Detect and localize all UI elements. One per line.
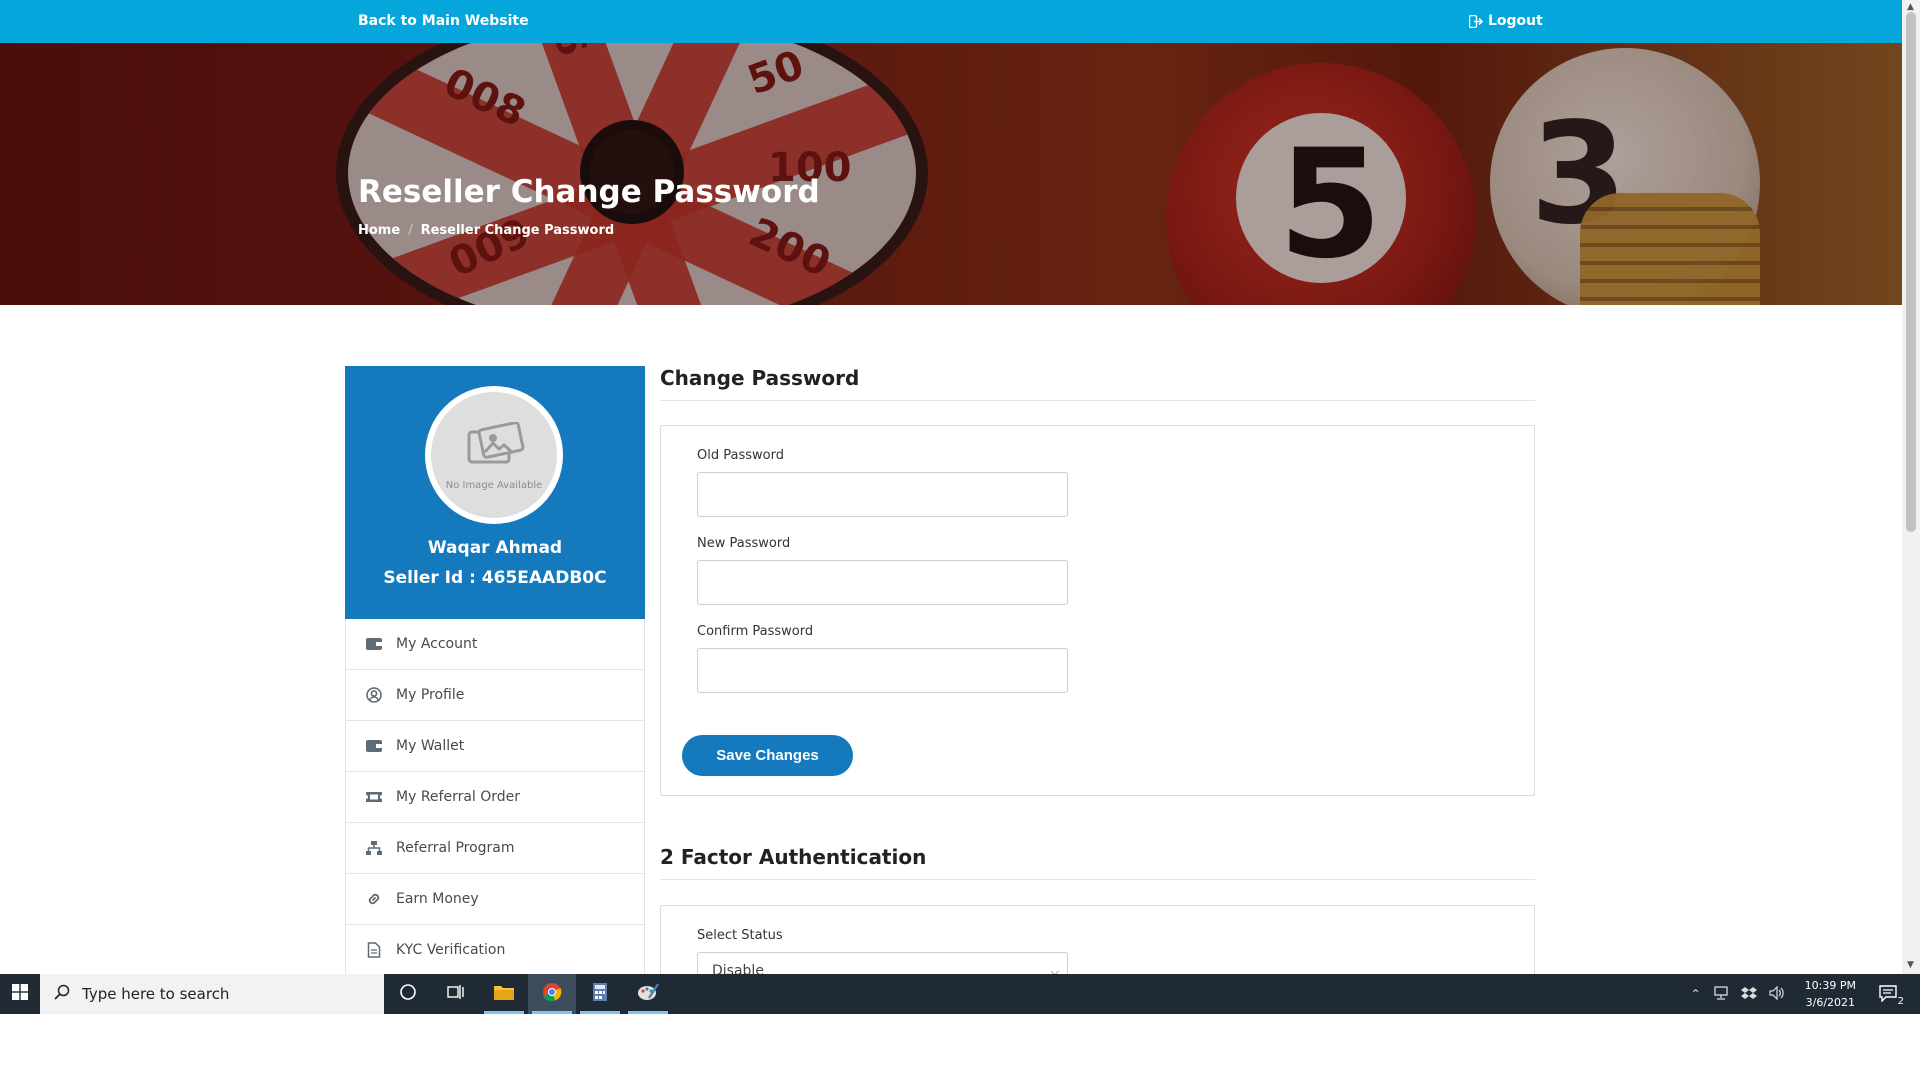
breadcrumb-home-link[interactable]: Home [358,223,400,238]
task-view-button[interactable] [432,974,480,1014]
save-changes-button[interactable]: Save Changes [682,735,853,776]
sidebar-item-label: KYC Verification [396,942,506,958]
notification-center-icon[interactable]: 2 [1878,984,1904,1007]
new-password-label: New Password [697,536,791,551]
sidebar-item-earn-money[interactable]: Earn Money [345,874,645,925]
notification-count: 2 [1897,995,1904,1007]
sidebar-item-label: My Wallet [396,738,465,754]
system-tray: ⌃ 10:39 PM 3/6/2021 2 [1685,974,1920,1014]
old-password-label: Old Password [697,448,784,463]
user-circle-icon [364,687,384,703]
breadcrumb: Home / Reseller Change Password [358,223,614,238]
scroll-up-arrow-icon[interactable]: ▲ [1907,2,1914,12]
windows-logo-icon [12,984,28,1004]
logout-button[interactable]: Logout [1468,13,1543,29]
network-icon[interactable] [1713,985,1729,1003]
seller-id: Seller Id : 465EAADB0C [383,568,607,588]
search-placeholder: Type here to search [82,985,230,1003]
wallet-icon [364,738,384,754]
divider [660,400,1535,401]
document-icon [364,942,384,958]
sidebar-menu: My Account My Profile My Wallet My Refer… [345,619,645,976]
breadcrumb-separator: / [408,223,413,238]
task-view-icon [447,984,465,1004]
no-image-text: No Image Available [445,480,543,491]
taskbar-clock[interactable]: 10:39 PM 3/6/2021 [1805,977,1856,1011]
sidebar-item-my-profile[interactable]: My Profile [345,670,645,721]
logout-label: Logout [1488,13,1543,29]
clock-time: 10:39 PM [1804,979,1856,992]
sidebar-item-label: Referral Program [396,840,515,856]
ticket-icon [364,789,384,805]
profile-name: Waqar Ahmad [427,538,563,558]
sign-out-icon [1468,14,1484,28]
scrollbar-thumb[interactable] [1906,12,1916,532]
confirm-password-input[interactable] [697,648,1068,693]
taskbar-paint[interactable] [624,974,672,1014]
search-icon [54,984,70,1004]
change-password-heading: Change Password [660,366,860,390]
link-icon [364,891,384,907]
paint-icon [637,982,659,1006]
taskbar-chrome[interactable] [528,974,576,1014]
sidebar-item-my-account[interactable]: My Account [345,619,645,670]
sidebar-item-kyc-verification[interactable]: KYC Verification [345,925,645,976]
confirm-password-label: Confirm Password [697,624,814,639]
hero-banner: 008 50 100 200 009 06 5 3 Reseller Chang… [0,43,1902,305]
new-password-input[interactable] [697,560,1068,605]
select-status-label: Select Status [697,928,783,943]
image-placeholder-icon [467,421,527,466]
sidebar-item-referral-program[interactable]: Referral Program [345,823,645,874]
clock-date: 3/6/2021 [1805,996,1856,1009]
sidebar-item-label: My Account [396,636,478,652]
cortana-circle-icon [399,983,417,1005]
two-factor-heading: 2 Factor Authentication [660,845,927,869]
start-button[interactable] [0,974,40,1014]
chrome-icon [542,982,562,1006]
page: Back to Main Website Logout 008 50 100 2… [0,0,1920,1080]
page-scrollbar[interactable]: ▲ ▼ [1902,0,1920,974]
sidebar-item-label: My Profile [396,687,465,703]
dropbox-icon[interactable] [1740,986,1757,1003]
chevron-up-icon[interactable]: ⌃ [1691,987,1701,1001]
cortana-button[interactable] [384,974,432,1014]
calculator-icon [592,982,608,1006]
profile-card: No Image Available Waqar Ahmad Seller Id… [345,366,645,619]
folder-icon [493,983,515,1005]
old-password-input[interactable] [697,472,1068,517]
taskbar-file-explorer[interactable] [480,974,528,1014]
scroll-down-arrow-icon[interactable]: ▼ [1907,960,1914,970]
sidebar-item-label: Earn Money [396,891,479,907]
divider [660,879,1535,880]
blank-area [0,1014,1920,1080]
page-title: Reseller Change Password [358,174,820,210]
breadcrumb-current: Reseller Change Password [420,223,615,238]
taskbar-calculator[interactable] [576,974,624,1014]
back-to-main-website-link[interactable]: Back to Main Website [358,13,529,29]
windows-taskbar: Type here to search ⌃ 10:39 PM 3/6/2021 … [0,974,1920,1014]
change-password-panel: Old Password New Password Confirm Passwo… [660,425,1535,796]
volume-icon[interactable] [1769,985,1785,1003]
sitemap-icon [364,840,384,856]
avatar: No Image Available [425,386,563,524]
top-bar: Back to Main Website Logout [0,0,1902,43]
sidebar-item-my-referral-order[interactable]: My Referral Order [345,772,645,823]
sidebar-item-my-wallet[interactable]: My Wallet [345,721,645,772]
two-factor-panel: Select Status Disable ⌵ [660,905,1535,985]
taskbar-search-box[interactable]: Type here to search [40,974,384,1014]
wallet-icon [364,636,384,652]
sidebar-item-label: My Referral Order [396,789,521,805]
